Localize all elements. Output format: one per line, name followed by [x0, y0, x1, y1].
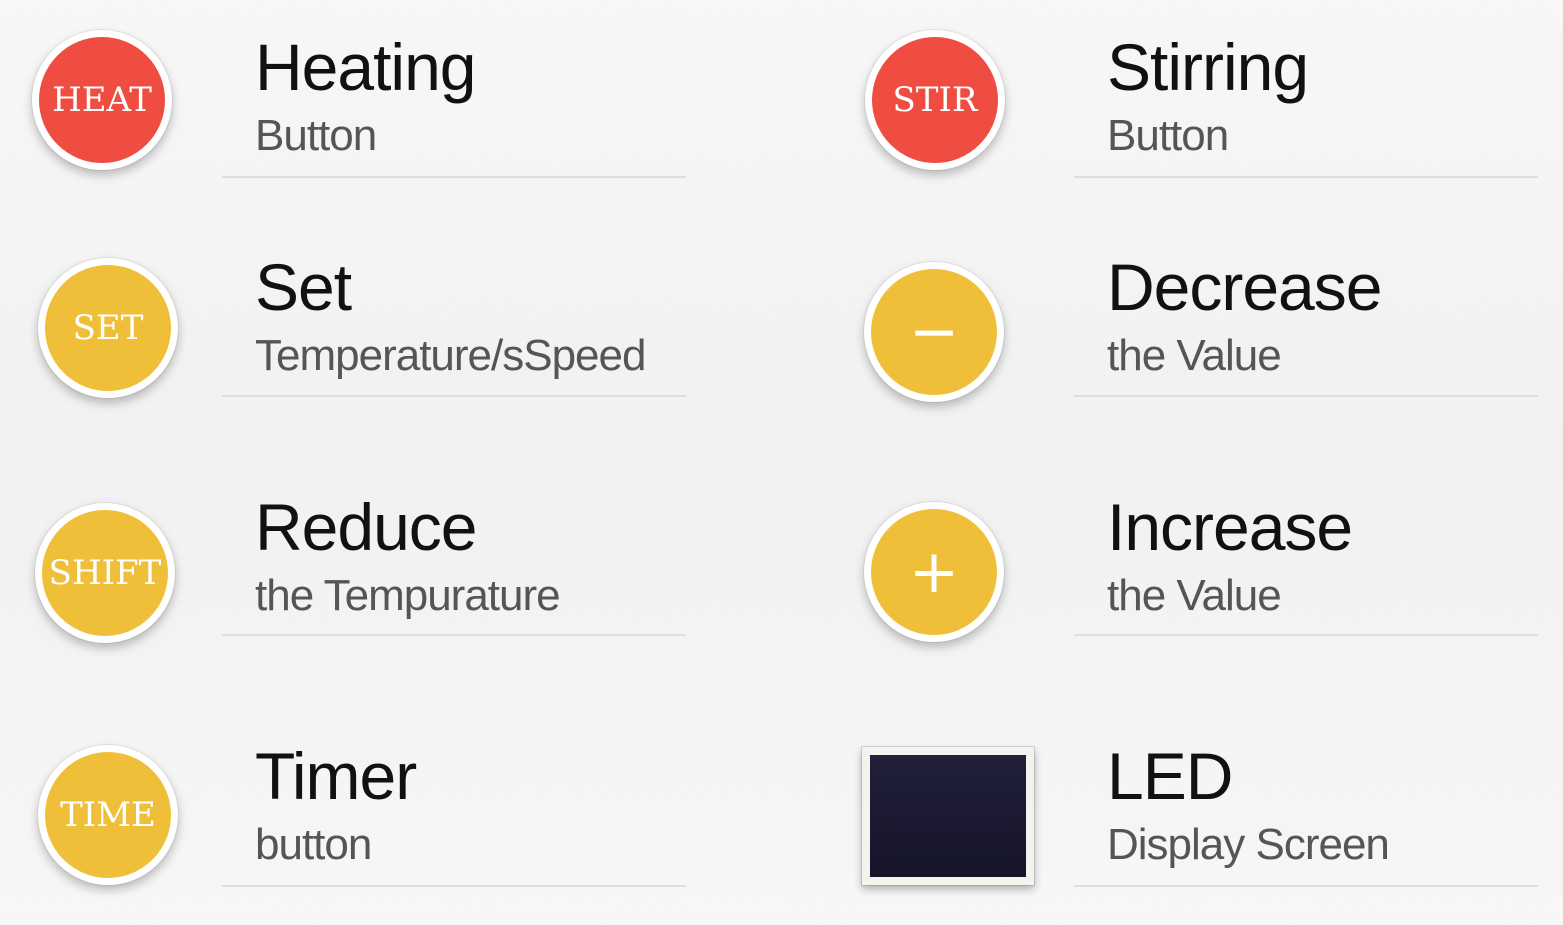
legend-text: LED Display Screen — [1107, 743, 1563, 867]
divider — [1074, 634, 1538, 636]
legend-subtitle: button — [255, 820, 372, 869]
legend-item-reduce: SHIFT Reduce the Tempurature — [0, 460, 780, 680]
stir-button[interactable]: STIR — [865, 30, 1005, 170]
legend-title: Set — [255, 250, 352, 324]
legend-subtitle: the Value — [1107, 571, 1282, 620]
divider — [222, 395, 686, 397]
legend-subtitle: Button — [1107, 111, 1229, 160]
legend-item-set: SET Set Temperature/sSpeed — [0, 220, 780, 440]
legend-subtitle: Button — [255, 111, 377, 160]
legend-text: Reduce the Tempurature — [255, 494, 715, 618]
legend-subtitle: the Tempurature — [255, 571, 561, 620]
legend-item-increase: + Increase the Value — [852, 460, 1563, 680]
legend-item-stirring: STIR Stirring Button — [852, 0, 1563, 220]
divider — [1074, 176, 1538, 178]
heat-button[interactable]: HEAT — [32, 30, 172, 170]
shift-button[interactable]: SHIFT — [35, 503, 175, 643]
legend-title: Increase — [1107, 490, 1353, 564]
divider — [222, 885, 686, 887]
legend-text: Decrease the Value — [1107, 254, 1563, 378]
plus-button[interactable]: + — [864, 502, 1004, 642]
time-button[interactable]: TIME — [38, 745, 178, 885]
legend-subtitle: Temperature/sSpeed — [255, 331, 646, 380]
legend-item-timer: TIME Timer button — [0, 705, 780, 925]
legend-item-led: LED Display Screen — [852, 705, 1563, 925]
divider — [222, 634, 686, 636]
divider — [1074, 885, 1538, 887]
legend-title: LED — [1107, 739, 1233, 813]
legend-text: Increase the Value — [1107, 494, 1563, 618]
legend-text: Heating Button — [255, 34, 715, 158]
legend-title: Reduce — [255, 490, 478, 564]
divider — [222, 176, 686, 178]
legend-item-decrease: − Decrease the Value — [852, 220, 1563, 440]
led-display-screen — [862, 747, 1034, 885]
legend-text: Set Temperature/sSpeed — [255, 254, 715, 378]
legend-subtitle: Display Screen — [1107, 820, 1390, 869]
legend-title: Decrease — [1107, 250, 1382, 324]
legend-title: Heating — [255, 30, 477, 104]
legend-text: Timer button — [255, 743, 715, 867]
minus-button[interactable]: − — [864, 262, 1004, 402]
legend-subtitle: the Value — [1107, 331, 1282, 380]
set-button[interactable]: SET — [38, 258, 178, 398]
divider — [1074, 395, 1538, 397]
legend-text: Stirring Button — [1107, 34, 1563, 158]
legend-title: Timer — [255, 739, 417, 813]
legend-item-heating: HEAT Heating Button — [0, 0, 780, 220]
legend-title: Stirring — [1107, 30, 1309, 104]
